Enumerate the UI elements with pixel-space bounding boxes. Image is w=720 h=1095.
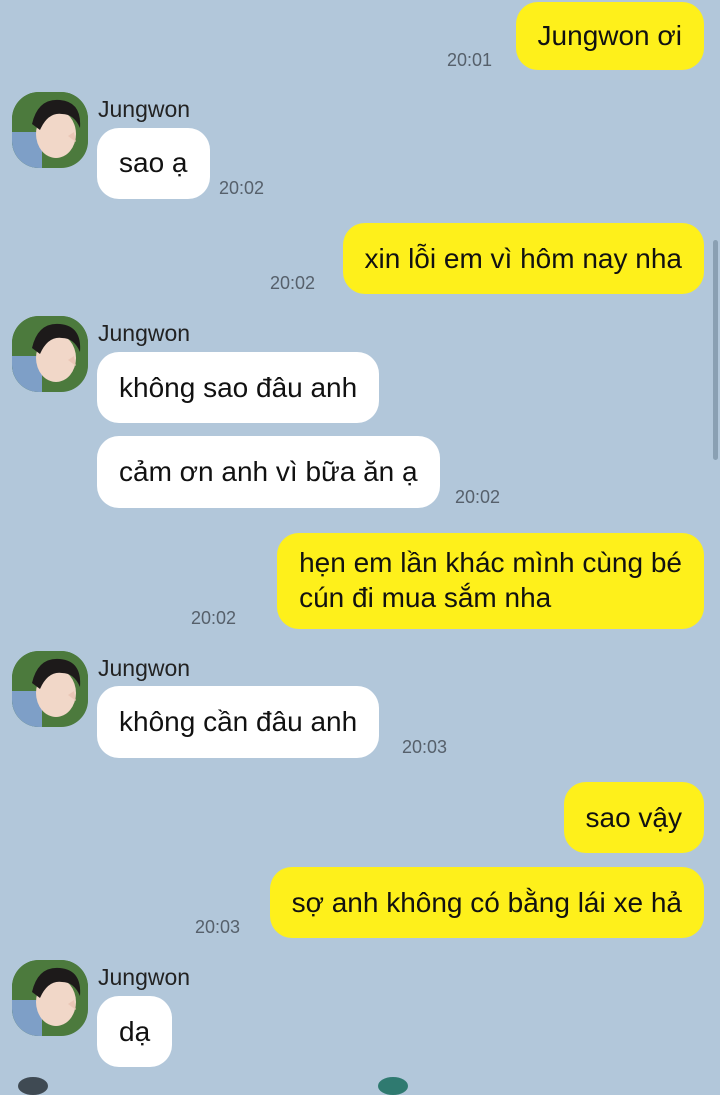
avatar-photo-icon [12, 651, 88, 727]
their-message-bubble[interactable]: dạ [97, 996, 173, 1067]
scrollbar[interactable] [713, 240, 718, 460]
my-message-bubble[interactable]: sao vậy [563, 782, 704, 853]
my-message-bubble[interactable]: Jungwon ơi [515, 2, 704, 70]
contact-avatar[interactable] [12, 651, 88, 727]
avatar-photo-icon [12, 316, 88, 392]
sender-name: Jungwon [98, 96, 191, 122]
my-message-bubble[interactable]: sợ anh không có bằng lái xe hả [269, 867, 704, 938]
their-message-bubble[interactable]: cảm ơn anh vì bữa ăn ạ [97, 436, 440, 508]
message-timestamp: 20:02 [455, 487, 501, 507]
my-message-bubble[interactable]: hẹn em lần khác mình cùng bé cún đi mua … [277, 533, 704, 629]
message-timestamp: 20:02 [219, 178, 265, 198]
message-timestamp: 20:03 [402, 737, 448, 757]
message-timestamp: 20:03 [195, 917, 241, 937]
partial-avatar-icon [18, 1077, 48, 1095]
my-message-bubble[interactable]: xin lỗi em vì hôm nay nha [342, 223, 704, 294]
message-text-line: hẹn em lần khác mình cùng bé [299, 547, 682, 578]
sender-name: Jungwon [98, 320, 191, 346]
contact-avatar[interactable] [12, 92, 88, 168]
avatar-photo-icon [12, 960, 88, 1036]
message-text-line: cún đi mua sắm nha [299, 582, 552, 613]
their-message-bubble[interactable]: sao ạ [97, 128, 210, 199]
their-message-bubble[interactable]: không sao đâu anh [97, 352, 380, 423]
sender-name: Jungwon [98, 964, 191, 990]
avatar-photo-icon [12, 92, 88, 168]
sender-name: Jungwon [98, 655, 191, 681]
contact-avatar[interactable] [12, 960, 88, 1036]
partial-avatar-icon [378, 1077, 408, 1095]
their-message-bubble[interactable]: không cần đâu anh [97, 686, 380, 758]
message-timestamp: 20:01 [447, 50, 493, 70]
message-timestamp: 20:02 [270, 273, 316, 293]
message-timestamp: 20:02 [191, 608, 237, 628]
contact-avatar[interactable] [12, 316, 88, 392]
